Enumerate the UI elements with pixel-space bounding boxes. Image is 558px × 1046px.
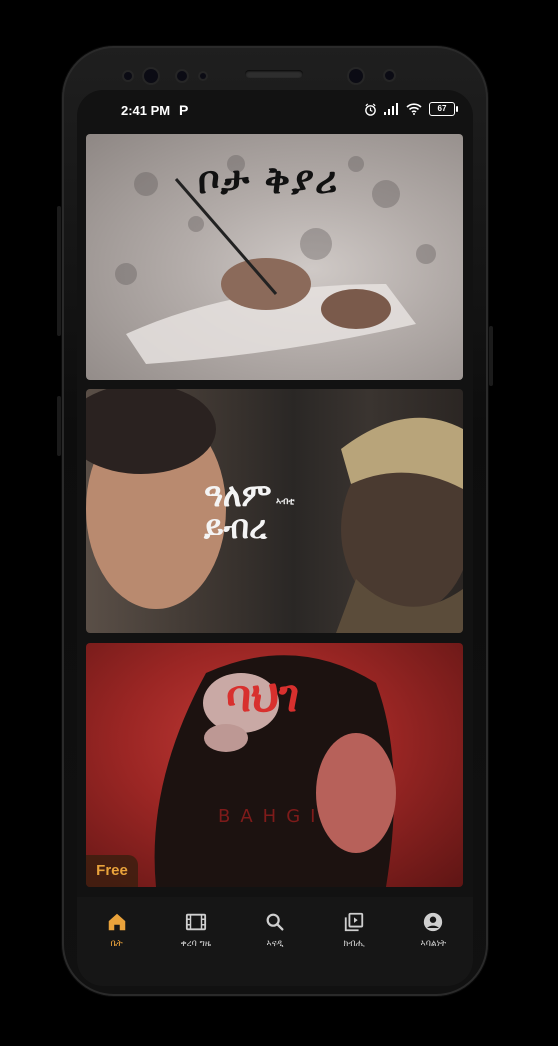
bottom-navigation: ቤት ቀረባ ግዜ ኣናዲ ክብሒ ኣባልነት <box>77 897 473 986</box>
library-icon <box>344 912 364 932</box>
battery-icon: 67 <box>429 102 458 116</box>
sensor-dot <box>177 71 187 81</box>
status-time: 2:41 PM <box>121 103 171 118</box>
sensor-dot <box>200 73 206 79</box>
alarm-icon <box>365 103 376 116</box>
home-icon <box>108 913 125 931</box>
search-icon <box>266 913 284 931</box>
free-badge: Free <box>86 855 138 887</box>
status-icons: 67 <box>364 102 458 116</box>
film-icon <box>185 913 206 931</box>
app-screen: 2:41 PM P 67 ቦታ ቅያሪ ዓለም ይብረ ኣብቲ ባህገ BAHG… <box>77 90 473 986</box>
front-camera <box>144 69 158 83</box>
wifi-icon <box>406 103 422 115</box>
sensor-dot <box>124 72 132 80</box>
status-bar: 2:41 PM P 67 <box>77 90 473 130</box>
sensor-dot <box>385 71 394 80</box>
movie-title: ባህገ <box>226 671 300 722</box>
nav-home[interactable]: ቤት <box>81 897 153 986</box>
side-button <box>489 326 493 386</box>
earpiece-speaker <box>245 70 303 78</box>
volume-button <box>57 396 61 456</box>
movie-title: ቦታ ቅያሪ <box>198 158 339 202</box>
movie-title: ዓለም ይብረ <box>204 476 272 546</box>
nav-label: ቤት <box>110 939 123 949</box>
nav-library[interactable]: ክብሒ <box>318 897 390 986</box>
account-icon <box>424 912 443 932</box>
power-button <box>57 206 61 336</box>
movie-subtitle: BAHGI <box>218 806 326 827</box>
nav-coming-soon[interactable]: ቀረባ ግዜ <box>160 897 232 986</box>
nav-label: ኣባልነት <box>420 939 447 949</box>
signal-icon <box>384 103 398 115</box>
nav-account[interactable]: ኣባልነት <box>397 897 469 986</box>
nav-label: ቀረባ ግዜ <box>180 939 211 949</box>
nav-label: ክብሒ <box>343 939 365 949</box>
movie-card[interactable]: ባህገ BAHGI Free <box>86 643 463 887</box>
movie-subtitle: ኣብቲ <box>276 497 295 507</box>
iris-camera <box>349 69 363 83</box>
movie-card[interactable]: ዓለም ይብረ ኣብቲ <box>86 389 463 633</box>
movie-card[interactable]: ቦታ ቅያሪ <box>86 134 463 380</box>
nav-label: ኣናዲ <box>266 939 284 949</box>
parking-notification-icon: P <box>179 102 189 118</box>
nav-search[interactable]: ኣናዲ <box>239 897 311 986</box>
